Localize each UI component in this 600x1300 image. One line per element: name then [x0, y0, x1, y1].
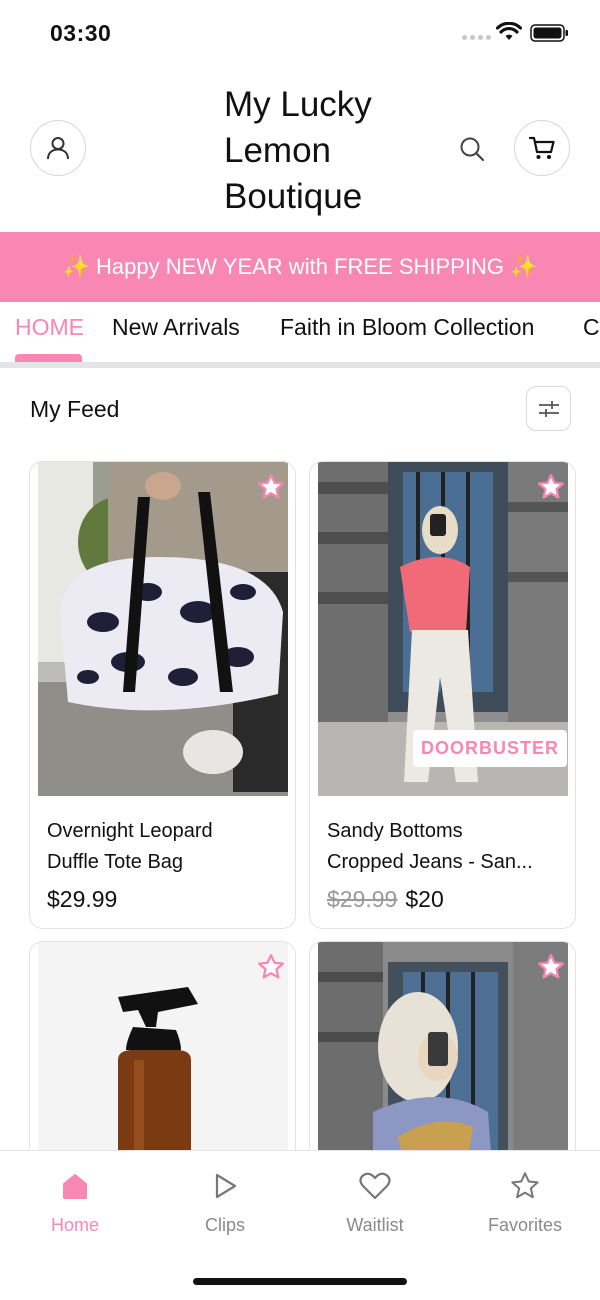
category-tabs: HOME New Arrivals Faith in Bloom Collect…	[0, 302, 600, 362]
nav-clips[interactable]: Clips	[165, 1169, 285, 1236]
original-price: $29.99	[327, 886, 398, 912]
home-icon	[63, 1174, 87, 1199]
product-image[interactable]	[38, 942, 288, 1180]
product-name[interactable]: Overnight Leopard Duffle Tote Bag	[47, 816, 282, 878]
battery-icon	[530, 24, 568, 42]
signal-icon	[462, 35, 491, 40]
product-price: $29.99 $20	[327, 886, 444, 913]
search-button[interactable]	[457, 134, 487, 164]
brand-title[interactable]: My Lucky Lemon Boutique	[224, 82, 444, 220]
star-icon	[511, 1172, 539, 1199]
user-icon	[47, 137, 69, 160]
status-bar: 03:30	[0, 0, 600, 60]
doorbuster-badge: DOORBUSTER	[412, 730, 567, 767]
tab-more[interactable]: C	[583, 314, 600, 341]
favorite-star-icon[interactable]	[536, 472, 566, 502]
nav-label: Waitlist	[346, 1215, 404, 1235]
search-icon	[460, 137, 485, 162]
product-card[interactable]: Overnight Leopard Duffle Tote Bag $29.99	[29, 461, 296, 929]
nav-label: Favorites	[487, 1215, 563, 1235]
tab-new-arrivals[interactable]: New Arrivals	[112, 314, 240, 341]
favorite-star-icon[interactable]	[536, 952, 566, 982]
cart-button[interactable]	[514, 120, 570, 176]
cart-icon	[528, 136, 555, 159]
product-price: $29.99	[47, 886, 118, 912]
favorite-star-icon[interactable]	[256, 952, 286, 982]
product-image[interactable]	[38, 462, 288, 796]
product-card[interactable]	[309, 941, 576, 1181]
active-tab-indicator	[15, 354, 82, 362]
promo-banner[interactable]: ✨ Happy NEW YEAR with FREE SHIPPING ✨	[0, 232, 600, 302]
brand-line: Lemon	[224, 131, 332, 170]
sliders-icon	[538, 400, 559, 417]
nav-waitlist[interactable]: Waitlist	[315, 1169, 435, 1236]
heart-icon	[359, 1172, 391, 1200]
app-header: My Lucky Lemon Boutique	[0, 60, 600, 232]
tab-faith-in-bloom[interactable]: Faith in Bloom Collection	[280, 314, 534, 341]
home-indicator	[193, 1278, 407, 1285]
brand-line: Boutique	[224, 177, 363, 216]
product-card[interactable]: DOORBUSTER Sandy Bottoms Cropped Jeans -…	[309, 461, 576, 929]
wifi-icon	[496, 22, 522, 40]
account-button[interactable]	[30, 120, 86, 176]
product-name[interactable]: Sandy Bottoms Cropped Jeans - San...	[327, 816, 562, 878]
product-image[interactable]	[318, 942, 568, 1180]
brand-line: My Lucky	[224, 85, 372, 124]
filter-button[interactable]	[526, 386, 571, 431]
promo-text: ✨ Happy NEW YEAR with FREE SHIPPING ✨	[62, 254, 538, 279]
product-card[interactable]	[29, 941, 296, 1181]
status-time: 03:30	[50, 20, 112, 46]
nav-label: Clips	[204, 1215, 245, 1235]
nav-label: Home	[50, 1215, 99, 1235]
divider	[0, 362, 600, 368]
sale-price: $20	[405, 886, 444, 912]
nav-favorites[interactable]: Favorites	[465, 1169, 585, 1236]
nav-home[interactable]: Home	[15, 1169, 135, 1236]
favorite-star-icon[interactable]	[256, 472, 286, 502]
feed-title: My Feed	[30, 396, 120, 422]
tab-home[interactable]: HOME	[15, 314, 84, 341]
play-icon	[215, 1173, 237, 1199]
